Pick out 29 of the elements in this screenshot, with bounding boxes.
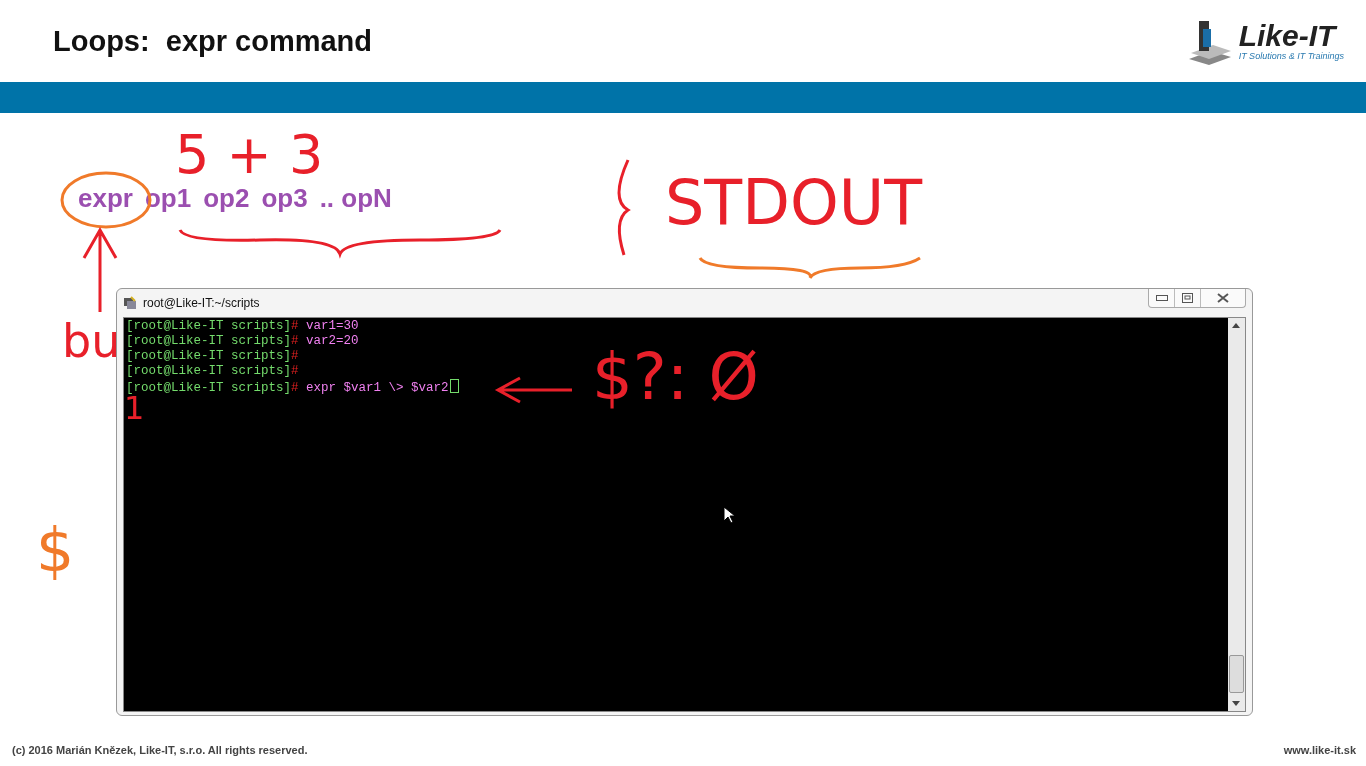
handwritten-note: $ <box>36 520 75 580</box>
syntax-token: .. opN <box>319 183 392 214</box>
command-text: expr $var1 \> $var2 <box>306 381 449 395</box>
window-title: root@Like-IT:~/scripts <box>143 296 260 310</box>
prompt-symbol: # <box>291 334 299 348</box>
handwritten-note: STDOUT <box>665 172 923 234</box>
shell-prompt: [root@Like-IT scripts] <box>126 319 292 333</box>
handwritten-note: $?: Ø <box>592 345 759 409</box>
command-text: var2=20 <box>306 334 359 348</box>
prompt-symbol: # <box>291 381 299 395</box>
prompt-symbol: # <box>291 364 299 378</box>
handwritten-note: 1 <box>124 392 145 424</box>
handwritten-note: 5 + 3 <box>175 128 324 182</box>
logo-name: Like-IT <box>1238 21 1339 51</box>
website-url: www.like-it.sk <box>1283 744 1356 756</box>
prompt-symbol: # <box>291 319 299 333</box>
handwritten-note: bu <box>62 318 121 364</box>
syntax-token: op3 <box>261 183 308 214</box>
logo-tagline: IT Solutions & IT Trainings <box>1238 51 1344 61</box>
syntax-token: op2 <box>203 183 250 214</box>
shell-prompt: [root@Like-IT scripts] <box>126 334 292 348</box>
command-text: var1=30 <box>306 319 359 333</box>
slide-title: Loops: expr command <box>53 24 373 58</box>
syntax-token: expr <box>78 183 133 214</box>
shell-prompt: [root@Like-IT scripts] <box>126 381 292 395</box>
prompt-symbol: # <box>291 349 299 363</box>
shell-prompt: [root@Like-IT scripts] <box>126 364 292 378</box>
copyright-text: (c) 2016 Marián Knězek, Like-IT, s.r.o. All rights reserved. <box>12 744 308 756</box>
shell-prompt: [root@Like-IT scripts] <box>126 349 292 363</box>
